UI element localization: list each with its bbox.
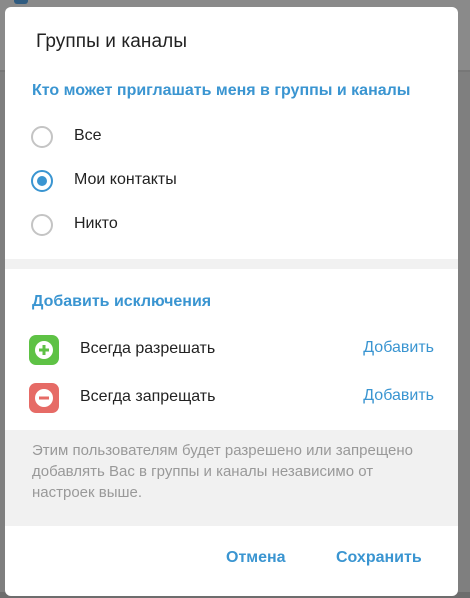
always-deny-row: Всегда запрещать Добавить	[29, 383, 434, 413]
radio-label: Никто	[74, 215, 118, 232]
exceptions-note-box: Этим пользователям будет разрешено или з…	[5, 430, 458, 526]
add-exceptions-header: Добавить исключения	[32, 293, 212, 310]
radio-button-unchecked[interactable]	[31, 214, 53, 236]
minus-icon	[29, 383, 59, 413]
radio-option-nobody[interactable]: Никто	[31, 214, 431, 240]
radio-button-checked[interactable]	[31, 170, 53, 192]
always-allow-label: Всегда разрешать	[80, 340, 216, 357]
groups-and-channels-dialog: Группы и каналы Кто может приглашать мен…	[5, 7, 458, 596]
cancel-button[interactable]: Отмена	[226, 549, 286, 567]
radio-option-everyone[interactable]: Все	[31, 126, 431, 152]
exceptions-note-text: Этим пользователям будет разрешено или з…	[32, 442, 413, 501]
background-avatar	[14, 0, 28, 4]
always-deny-label: Всегда запрещать	[80, 388, 216, 405]
radio-label: Мои контакты	[74, 171, 177, 188]
always-deny-add-link[interactable]: Добавить	[363, 387, 434, 405]
radio-label: Все	[74, 127, 102, 144]
dialog-title: Группы и каналы	[36, 31, 188, 52]
radio-button-unchecked[interactable]	[31, 126, 53, 148]
section-divider	[5, 259, 458, 269]
save-button[interactable]: Сохранить	[336, 549, 422, 567]
always-allow-row: Всегда разрешать Добавить	[29, 335, 434, 365]
who-can-invite-header: Кто может приглашать меня в группы и кан…	[32, 82, 411, 99]
always-allow-add-link[interactable]: Добавить	[363, 339, 434, 357]
plus-icon	[29, 335, 59, 365]
radio-option-my-contacts[interactable]: Мои контакты	[31, 170, 431, 196]
